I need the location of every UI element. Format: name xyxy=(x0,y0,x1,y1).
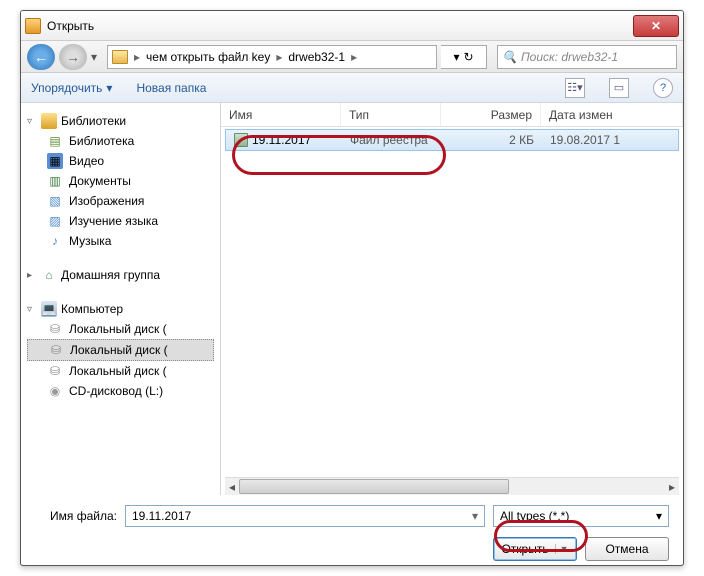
split-dropdown-icon[interactable]: ▼ xyxy=(555,544,569,554)
filename-input[interactable]: 19.11.2017 ▾ xyxy=(125,505,485,527)
new-folder-button[interactable]: Новая папка xyxy=(136,81,206,95)
search-icon: 🔍 xyxy=(502,50,517,64)
column-name[interactable]: Имя xyxy=(221,103,341,126)
close-button[interactable]: ✕ xyxy=(633,15,679,37)
document-icon: ▥ xyxy=(47,173,63,189)
caret-icon: ▿ xyxy=(27,304,37,315)
disk-icon: ⛁ xyxy=(47,321,63,337)
dropdown-icon: ▾ xyxy=(656,509,662,523)
cd-icon: ◉ xyxy=(47,383,63,399)
dropdown-icon[interactable]: ▾ xyxy=(472,509,478,523)
titlebar: Открыть ✕ xyxy=(21,11,683,41)
image-icon: ▧ xyxy=(47,193,63,209)
open-button[interactable]: Открыть▼ xyxy=(493,537,577,561)
caret-icon: ▸ xyxy=(27,270,37,281)
horizontal-scrollbar[interactable]: ◂ ▸ xyxy=(225,477,679,495)
content-area: ▿ Библиотеки ▤Библиотека ▦Видео ▥Докумен… xyxy=(21,103,683,495)
address-buttons: ▾ ↻ xyxy=(441,45,487,69)
window-title: Открыть xyxy=(47,19,633,33)
chevron-right-icon: ▸ xyxy=(351,50,357,64)
tree-item-video[interactable]: ▦Видео xyxy=(27,151,214,171)
registry-file-icon xyxy=(234,133,248,147)
library-icon: ▤ xyxy=(47,133,63,149)
tree-item-images[interactable]: ▧Изображения xyxy=(27,191,214,211)
breadcrumb-item[interactable]: drweb32-1 xyxy=(288,50,345,64)
back-button[interactable]: ← xyxy=(27,44,55,70)
disk-icon: ⛁ xyxy=(47,363,63,379)
tree-item-biblioteka[interactable]: ▤Библиотека xyxy=(27,131,214,151)
tree-item-music[interactable]: ♪Музыка xyxy=(27,231,214,251)
chevron-right-icon: ▸ xyxy=(276,50,282,64)
folder-icon xyxy=(112,50,128,64)
video-icon: ▦ xyxy=(47,153,63,169)
tree-item-documents[interactable]: ▥Документы xyxy=(27,171,214,191)
tree-item-disk[interactable]: ⛁Локальный диск ( xyxy=(27,361,214,381)
tree-libraries[interactable]: ▿ Библиотеки xyxy=(27,111,214,131)
cancel-button[interactable]: Отмена xyxy=(585,537,669,561)
chevron-down-icon: ▾ xyxy=(106,81,112,95)
tree-homegroup[interactable]: ▸ ⌂ Домашняя группа xyxy=(27,265,214,285)
tree-computer[interactable]: ▿ 💻 Компьютер xyxy=(27,299,214,319)
view-options-button[interactable]: ☷▾ xyxy=(565,78,585,98)
computer-icon: 💻 xyxy=(41,301,57,317)
column-type[interactable]: Тип xyxy=(341,103,441,126)
navigation-bar: ← → ▾ ▸ чем открыть файл key ▸ drweb32-1… xyxy=(21,41,683,73)
breadcrumb-item[interactable]: чем открыть файл key xyxy=(146,50,270,64)
file-row-selected[interactable]: 19.11.2017 Файл реестра 2 КБ 19.08.2017 … xyxy=(225,129,679,151)
column-date[interactable]: Дата измен xyxy=(541,103,683,126)
homegroup-icon: ⌂ xyxy=(41,267,57,283)
filetype-combo[interactable]: All types (*.*) ▾ xyxy=(493,505,669,527)
libraries-icon xyxy=(41,113,57,129)
chevron-right-icon: ▸ xyxy=(134,50,140,64)
search-placeholder: Поиск: drweb32-1 xyxy=(521,50,618,64)
address-bar[interactable]: ▸ чем открыть файл key ▸ drweb32-1 ▸ xyxy=(107,45,437,69)
preview-pane-button[interactable]: ▭ xyxy=(609,78,629,98)
scroll-left-icon[interactable]: ◂ xyxy=(225,478,239,495)
column-headers: Имя Тип Размер Дата измен xyxy=(221,103,683,127)
tree-item-disk-selected[interactable]: ⛁Локальный диск ( xyxy=(27,339,214,361)
caret-icon: ▿ xyxy=(27,116,37,127)
organize-button[interactable]: Упорядочить▾ xyxy=(31,81,112,95)
column-size[interactable]: Размер xyxy=(441,103,541,126)
forward-button: → xyxy=(59,44,87,70)
scroll-right-icon[interactable]: ▸ xyxy=(665,478,679,495)
filename-label: Имя файла: xyxy=(35,509,117,523)
search-input[interactable]: 🔍 Поиск: drweb32-1 xyxy=(497,45,677,69)
dialog-footer: Имя файла: 19.11.2017 ▾ All types (*.*) … xyxy=(21,495,683,566)
toolbar: Упорядочить▾ Новая папка ☷▾ ▭ ? xyxy=(21,73,683,103)
file-list-pane: Имя Тип Размер Дата измен 19.11.2017 Фай… xyxy=(221,103,683,495)
tree-item-language[interactable]: ▨Изучение языка xyxy=(27,211,214,231)
help-button[interactable]: ? xyxy=(653,78,673,98)
tree-item-disk[interactable]: ⛁Локальный диск ( xyxy=(27,319,214,339)
refresh-icon[interactable]: ↻ xyxy=(463,50,473,64)
open-dialog: Открыть ✕ ← → ▾ ▸ чем открыть файл key ▸… xyxy=(20,10,684,566)
navigation-tree: ▿ Библиотеки ▤Библиотека ▦Видео ▥Докумен… xyxy=(21,103,221,495)
music-icon: ♪ xyxy=(47,233,63,249)
history-dropdown[interactable]: ▾ xyxy=(91,50,103,64)
language-icon: ▨ xyxy=(47,213,63,229)
dropdown-icon[interactable]: ▾ xyxy=(453,50,459,64)
app-icon xyxy=(25,18,41,34)
tree-item-cd[interactable]: ◉CD-дисковод (L:) xyxy=(27,381,214,401)
disk-icon: ⛁ xyxy=(48,342,64,358)
scrollbar-thumb[interactable] xyxy=(239,479,509,494)
